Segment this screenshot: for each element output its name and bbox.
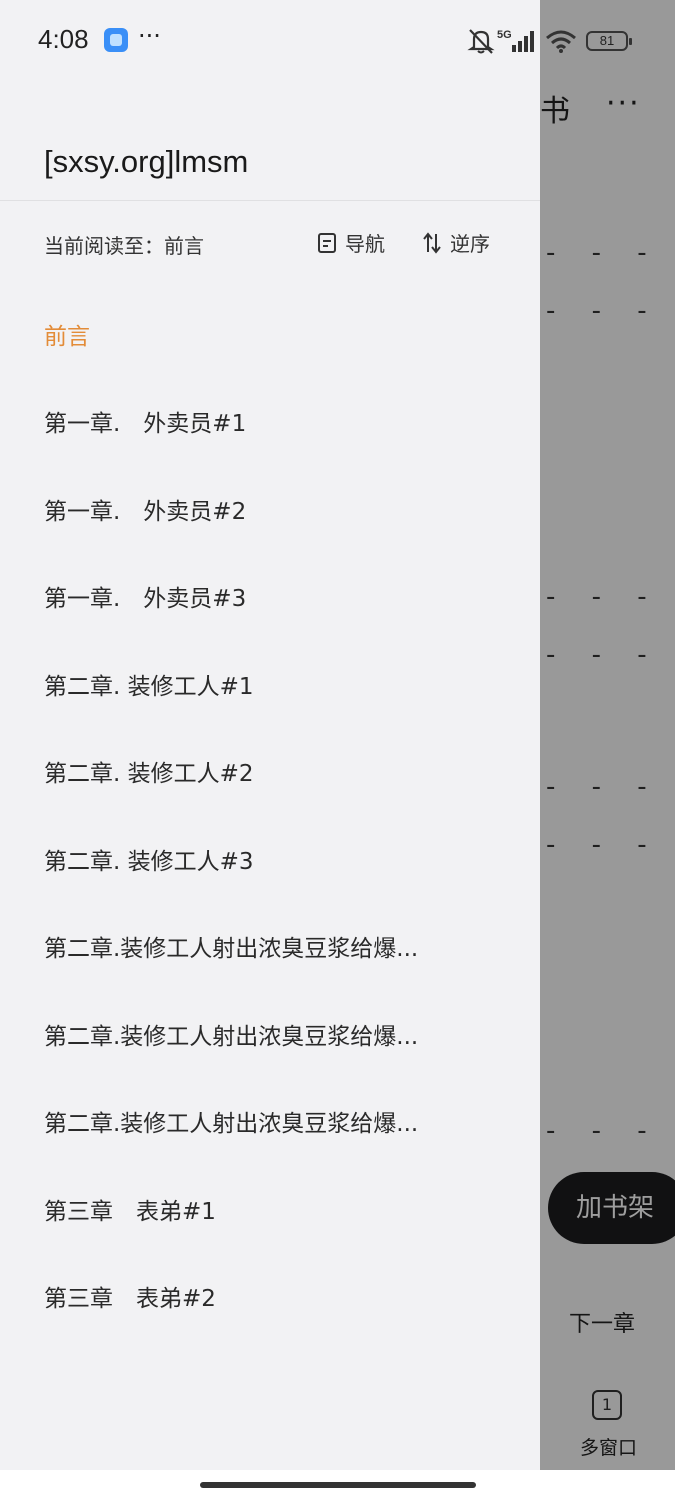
chapter-item[interactable]: 第二章. 装修工人#1 bbox=[44, 640, 514, 728]
chapter-item[interactable]: 第二章. 装修工人#3 bbox=[44, 815, 514, 903]
chapter-item[interactable]: 第二章.装修工人射出浓臭豆浆给爆... bbox=[44, 903, 514, 991]
mute-bell-icon bbox=[467, 29, 495, 54]
status-time: 4:08 bbox=[38, 24, 89, 54]
svg-text:5G: 5G bbox=[497, 29, 512, 41]
status-more-icon: ··· bbox=[138, 22, 161, 50]
document-icon bbox=[318, 232, 336, 253]
chapter-list: 前言 第一章. 外卖员#1 第一章. 外卖员#2 第一章. 外卖员#3 第二章. 装修工… bbox=[44, 290, 514, 1340]
reverse-order-button[interactable]: 逆序 bbox=[422, 228, 490, 257]
status-icons: 5G 81 bbox=[466, 26, 632, 56]
navigation-label: 导航 bbox=[345, 232, 385, 256]
chapter-drawer: 4:08 ··· 5G 81 [sxsy.org]lmsm 当前阅读至：前言 导… bbox=[0, 0, 632, 1470]
chapter-item[interactable]: 第二章.装修工人射出浓臭豆浆给爆... bbox=[44, 1078, 514, 1166]
battery-icon: 81 bbox=[586, 31, 632, 51]
chapter-item[interactable]: 第三章 表弟#1 bbox=[44, 1165, 514, 1253]
reading-progress: 当前阅读至：前言 bbox=[44, 234, 204, 258]
chapter-item[interactable]: 第一章. 外卖员#1 bbox=[44, 378, 514, 466]
wifi-icon bbox=[546, 30, 576, 53]
signal-5g-icon: 5G bbox=[497, 29, 534, 52]
app-notification-icon bbox=[104, 28, 128, 52]
book-title: [sxsy.org]lmsm bbox=[44, 144, 249, 179]
chapter-item[interactable]: 第二章.装修工人射出浓臭豆浆给爆... bbox=[44, 990, 514, 1078]
chapter-item[interactable]: 第二章. 装修工人#2 bbox=[44, 728, 514, 816]
chapter-toolbar: 当前阅读至：前言 导航 逆序 bbox=[44, 230, 514, 260]
sort-arrows-icon bbox=[423, 231, 441, 254]
home-indicator[interactable] bbox=[200, 1482, 476, 1488]
chapter-item[interactable]: 第一章. 外卖员#3 bbox=[44, 553, 514, 641]
reverse-order-label: 逆序 bbox=[450, 232, 490, 256]
chapter-item-current[interactable]: 前言 bbox=[44, 290, 514, 378]
chapter-item[interactable]: 第三章 表弟#2 bbox=[44, 1253, 514, 1341]
divider bbox=[0, 200, 540, 201]
chapter-item[interactable]: 第一章. 外卖员#2 bbox=[44, 465, 514, 553]
navigation-button[interactable]: 导航 bbox=[317, 228, 385, 257]
